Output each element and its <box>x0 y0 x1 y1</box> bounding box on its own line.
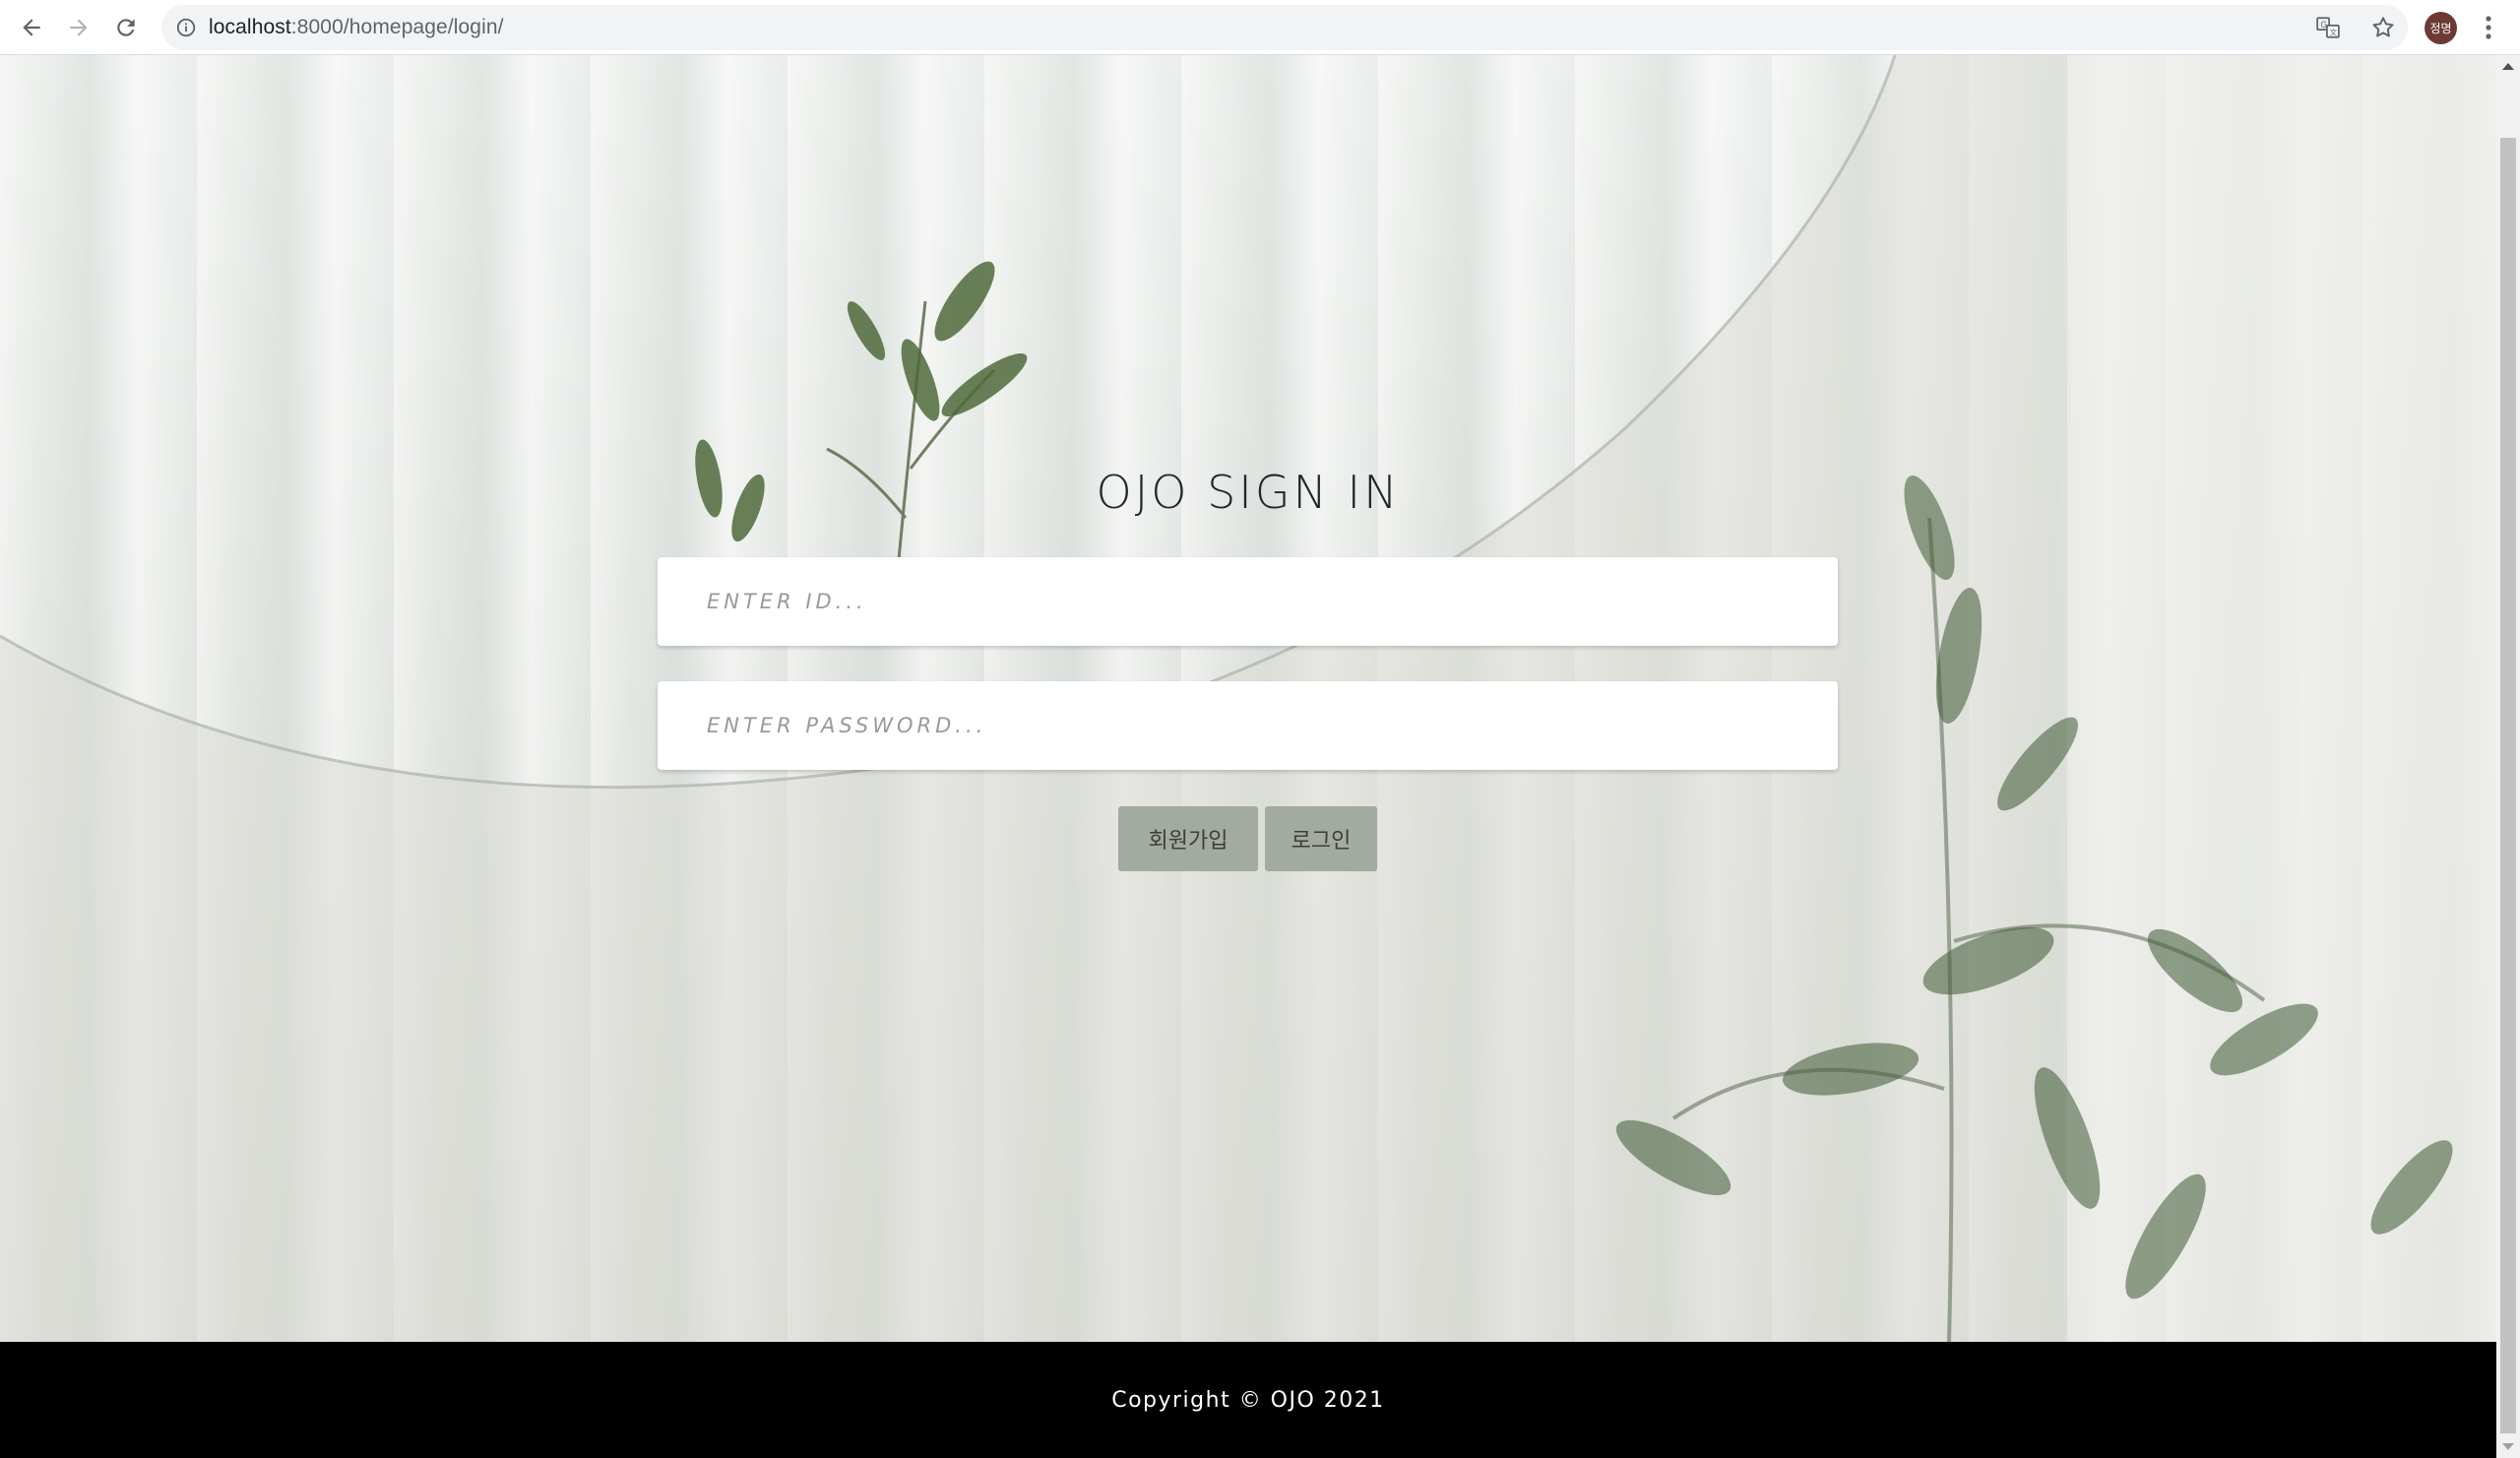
bookmark-star-icon[interactable] <box>2370 15 2396 40</box>
browser-menu-button[interactable] <box>2475 12 2502 43</box>
password-input[interactable] <box>658 681 1838 770</box>
browser-toolbar: localhost:8000/homepage/login/ G 文 정명 <box>0 0 2520 55</box>
copyright-text: Copyright © OJO 2021 <box>1111 1387 1385 1413</box>
url-text[interactable]: localhost:8000/homepage/login/ <box>209 16 504 39</box>
url-host: localhost <box>209 16 291 38</box>
vertical-scrollbar[interactable] <box>2496 55 2520 1458</box>
scroll-down-arrow-icon[interactable] <box>2502 1443 2514 1450</box>
footer: Copyright © OJO 2021 <box>0 1342 2496 1458</box>
translate-icon[interactable]: G 文 <box>2315 15 2341 40</box>
profile-avatar[interactable]: 정명 <box>2425 12 2457 44</box>
forward-button[interactable] <box>55 4 102 51</box>
signup-button[interactable]: 회원가입 <box>1118 806 1258 871</box>
forward-arrow-icon <box>70 19 88 36</box>
id-input[interactable] <box>658 557 1838 646</box>
back-button[interactable] <box>8 4 55 51</box>
reload-button[interactable] <box>102 4 150 51</box>
address-bar[interactable]: localhost:8000/homepage/login/ G 文 <box>161 5 2408 50</box>
site-info-icon[interactable] <box>175 17 197 38</box>
page-viewport: OJO SIGN IN 회원가입 로그인 Copyright © OJO 202… <box>0 55 2496 1458</box>
page-title: OJO SIGN IN <box>1096 466 1401 519</box>
reload-icon <box>117 19 135 36</box>
url-path: :8000/homepage/login/ <box>290 16 504 38</box>
hero-background: OJO SIGN IN 회원가입 로그인 <box>0 55 2496 1342</box>
more-vertical-icon <box>2486 16 2491 39</box>
back-arrow-icon <box>23 19 40 36</box>
svg-text:文: 文 <box>2330 28 2338 37</box>
login-button[interactable]: 로그인 <box>1265 806 1377 871</box>
scrollbar-thumb[interactable] <box>2500 138 2516 1433</box>
scroll-up-arrow-icon[interactable] <box>2502 63 2514 70</box>
